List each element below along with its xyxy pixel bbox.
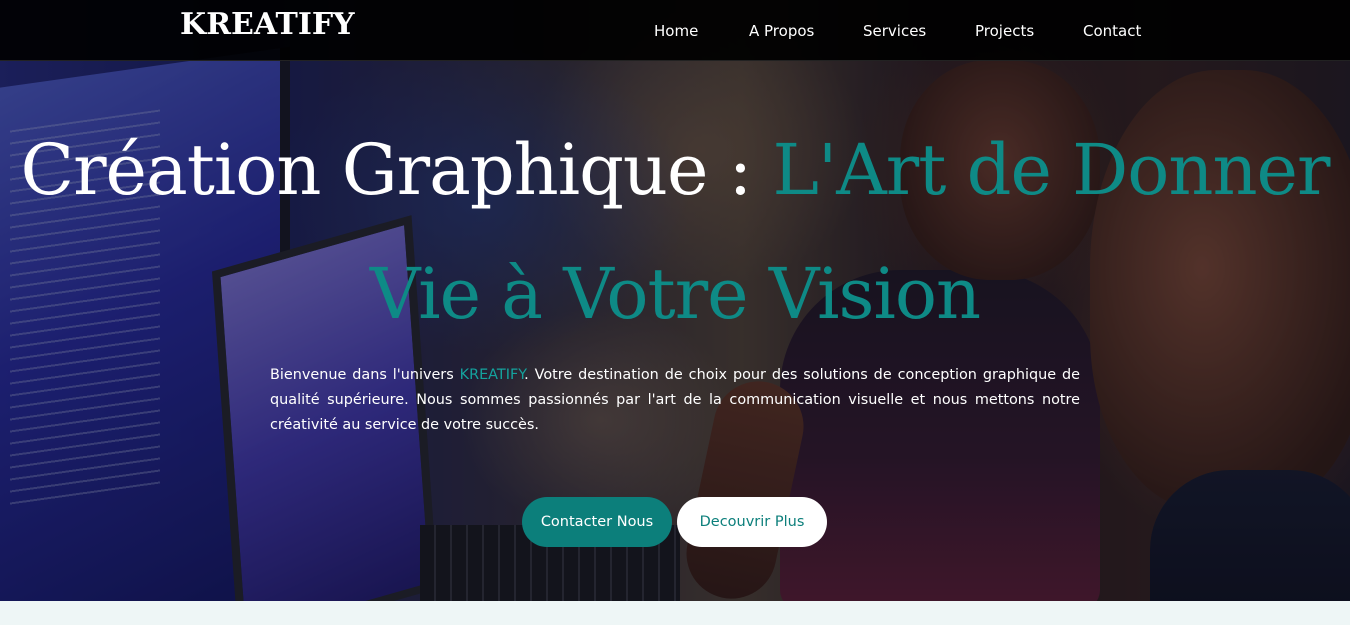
hero-section: Création Graphique : L'Art de Donner Vie… (0, 0, 1350, 601)
hero-description: Bienvenue dans l'univers KREATIFY. Votre… (270, 363, 1080, 438)
contact-us-button[interactable]: Contacter Nous (522, 497, 672, 547)
hero-description-brand: KREATIFY (459, 367, 525, 383)
site-logo[interactable]: KREATIFY (180, 7, 355, 42)
discover-more-button[interactable]: Decouvrir Plus (677, 497, 827, 547)
nav-link-projects[interactable]: Projects (975, 22, 1034, 40)
hero-title-main: Création Graphique : (20, 129, 773, 211)
nav-link-home[interactable]: Home (654, 22, 698, 40)
nav-link-services[interactable]: Services (863, 22, 926, 40)
nav-link-apropos[interactable]: A Propos (749, 22, 814, 40)
next-section-edge (0, 601, 1350, 625)
navbar: KREATIFY Home A Propos Services Projects… (0, 0, 1350, 61)
hero-description-intro: Bienvenue dans l'univers (270, 367, 460, 383)
nav-link-contact[interactable]: Contact (1083, 22, 1141, 40)
hero-title: Création Graphique : L'Art de Donner Vie… (0, 108, 1350, 356)
